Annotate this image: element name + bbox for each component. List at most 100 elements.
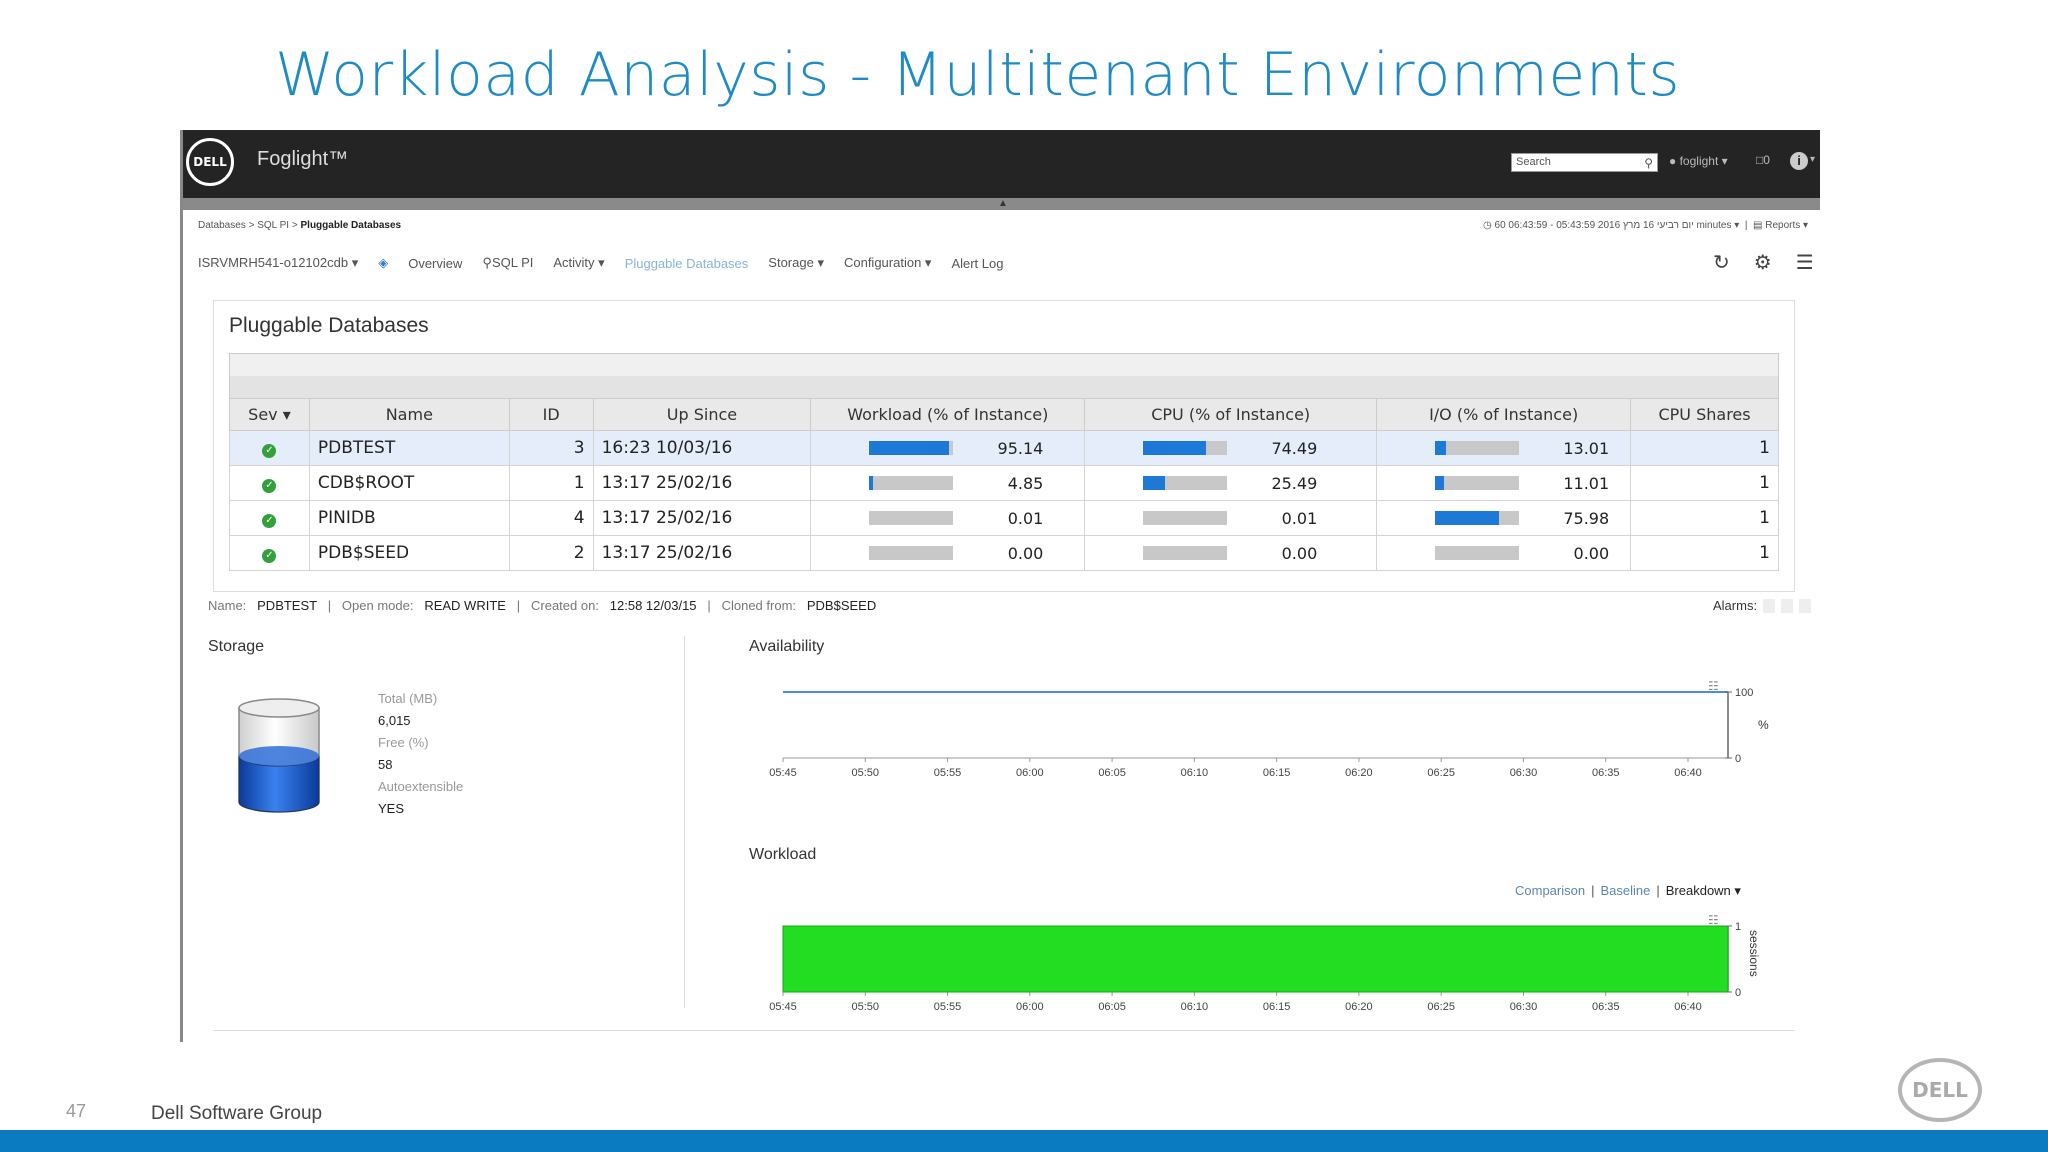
instance-select[interactable]: ISRVMRH541-o12102cdb ▾ [198, 255, 358, 271]
help-icon[interactable]: i [1790, 152, 1808, 170]
x-tick-label: 06:25 [1427, 767, 1455, 779]
breakdown-menu[interactable]: Breakdown ▾ [1666, 883, 1741, 898]
col-cpu-shares[interactable]: CPU Shares [1630, 398, 1779, 431]
search-input[interactable]: Search ⚲ [1511, 153, 1658, 172]
table-toolbar [229, 353, 1779, 400]
dell-logo[interactable]: DELL [186, 138, 234, 186]
tab-configuration[interactable]: Configuration ▾ [844, 255, 931, 271]
search-icon[interactable]: ⚲ [1644, 156, 1653, 170]
io-cell: 75.98 [1376, 500, 1632, 536]
workload-area [782, 925, 1729, 993]
alarm-box[interactable] [1799, 598, 1812, 613]
user-menu[interactable]: ● foglight ▾ [1669, 154, 1728, 168]
free-value: 58 [378, 757, 393, 772]
workload-bar [869, 441, 954, 455]
availability-title: Availability [749, 638, 825, 655]
cpu-value: 74.49 [1271, 438, 1318, 458]
col-sev[interactable]: Sev ▾ [229, 398, 310, 431]
alarm-box[interactable] [1763, 598, 1776, 613]
x-tick-label: 06:30 [1510, 1001, 1538, 1013]
x-tick-label: 05:45 [769, 767, 797, 779]
toolbar: ↻ ⚙ ☰ [1713, 250, 1814, 275]
reports-menu[interactable]: Reports [1765, 220, 1800, 231]
severity-cell: ✓ [229, 535, 310, 571]
workload-value: 4.85 [1007, 473, 1044, 493]
table-row[interactable]: ✓ CDB$ROOT 1 13:17 25/02/16 4.85 25.49 1… [229, 465, 1779, 501]
panel-title: Pluggable Databases [229, 314, 429, 337]
table-row[interactable]: ✓ PDB$SEED 2 13:17 25/02/16 0.00 0.00 0.… [229, 535, 1779, 571]
up-since-cell: 13:17 25/02/16 [592, 500, 812, 536]
io-bar-fill [1435, 441, 1447, 455]
sql-pi-icon: ⚲ [482, 255, 492, 270]
name-cell: PDBTEST [308, 430, 510, 466]
cpu-bar-fill [1143, 476, 1165, 490]
y-unit-label: sessions [1747, 930, 1761, 977]
availability-chart: 05:45 05:50 05:55 06:00 06:05 06:10 06:15 06:20… [768, 678, 1788, 798]
io-value: 75.98 [1563, 508, 1610, 528]
workload-bar [869, 476, 954, 490]
cpu-bar [1143, 441, 1228, 455]
collapse-arrow-icon[interactable]: ▲ [998, 198, 1008, 210]
tab-overview[interactable]: Overview [408, 256, 462, 271]
cpu-bar-fill [1143, 441, 1206, 455]
x-tick-label: 06:30 [1510, 767, 1538, 779]
pluggable-databases-panel: Pluggable Databases Sev ▾ Name ID Up Sin… [213, 300, 1795, 592]
table-row[interactable]: ✓ PDBTEST 3 16:23 10/03/16 95.14 74.49 1… [229, 430, 1779, 466]
tab-sql-pi[interactable]: ⚲SQL PI [482, 255, 533, 271]
io-bar [1435, 511, 1520, 525]
id-cell: 3 [508, 430, 594, 466]
refresh-icon[interactable]: ↻ [1713, 250, 1730, 275]
divider [213, 1030, 1795, 1031]
id-cell: 1 [508, 465, 594, 501]
y-tick-label: 0 [1735, 987, 1741, 999]
tab-pluggable-databases[interactable]: Pluggable Databases [625, 256, 749, 271]
col-up-since[interactable]: Up Since [592, 398, 812, 431]
col-cpu[interactable]: CPU (% of Instance) [1084, 398, 1378, 431]
tab-activity[interactable]: Activity ▾ [553, 255, 604, 271]
chart-options-icon: ☷ [1708, 913, 1719, 927]
breadcrumb-root[interactable]: Databases [198, 220, 246, 231]
severity-cell: ✓ [229, 500, 310, 536]
messages-button[interactable]: □0 [1756, 153, 1770, 167]
breadcrumb-mid[interactable]: SQL PI [257, 220, 289, 231]
total-value: 6,015 [378, 713, 411, 728]
alarms-label: Alarms: [1713, 598, 1758, 613]
col-workload[interactable]: Workload (% of Instance) [810, 398, 1086, 431]
x-tick-label: 05:55 [934, 1001, 962, 1013]
comparison-link[interactable]: Comparison [1515, 883, 1585, 898]
x-tick-label: 05:45 [769, 1001, 797, 1013]
clock-icon: ◷ [1483, 220, 1492, 231]
x-tick-label: 06:20 [1345, 767, 1373, 779]
page-number: 47 [66, 1101, 87, 1121]
message-count: 0 [1763, 153, 1770, 167]
x-tick-label: 06:05 [1098, 1001, 1126, 1013]
ok-status-icon: ✓ [262, 514, 277, 528]
x-tick-label: 05:50 [852, 1001, 880, 1013]
io-bar [1435, 546, 1520, 560]
table-row[interactable]: ✓ PINIDB 4 13:17 25/02/16 0.01 0.01 75.9… [229, 500, 1779, 536]
up-since-cell: 13:17 25/02/16 [592, 465, 812, 501]
gear-icon[interactable]: ⚙ [1754, 250, 1772, 275]
tab-storage[interactable]: Storage ▾ [768, 255, 824, 271]
x-tick-label: 06:35 [1592, 1001, 1620, 1013]
selected-db-detail: Name: PDBTEST | Open mode: READ WRITE | … [208, 598, 877, 613]
alarms: Alarms: [1713, 598, 1812, 613]
col-name[interactable]: Name [308, 398, 510, 431]
cpu-shares-cell: 1 [1630, 535, 1779, 571]
x-tick-label: 06:10 [1181, 767, 1209, 779]
baseline-link[interactable]: Baseline [1600, 883, 1650, 898]
io-value: 0.00 [1573, 543, 1610, 563]
col-id[interactable]: ID [508, 398, 594, 431]
pdb-table: Sev ▾ Name ID Up Since Workload (% of In… [229, 398, 1779, 571]
menu-icon[interactable]: ☰ [1796, 250, 1814, 275]
up-since-cell: 13:17 25/02/16 [592, 535, 812, 571]
alarm-box[interactable] [1781, 598, 1794, 613]
time-range[interactable]: ◷ 60 06:43:59 - 05:43:59 2016 יום רביעי … [1483, 220, 1808, 231]
autoextensible-value: YES [378, 801, 405, 816]
divider [684, 636, 685, 1008]
col-io[interactable]: I/O (% of Instance) [1376, 398, 1632, 431]
help-caret-icon[interactable]: ▾ [1810, 154, 1815, 165]
detail-name: PDBTEST [257, 598, 317, 613]
reports-icon: ▤ [1753, 220, 1763, 231]
tab-alert-log[interactable]: Alert Log [951, 256, 1003, 271]
